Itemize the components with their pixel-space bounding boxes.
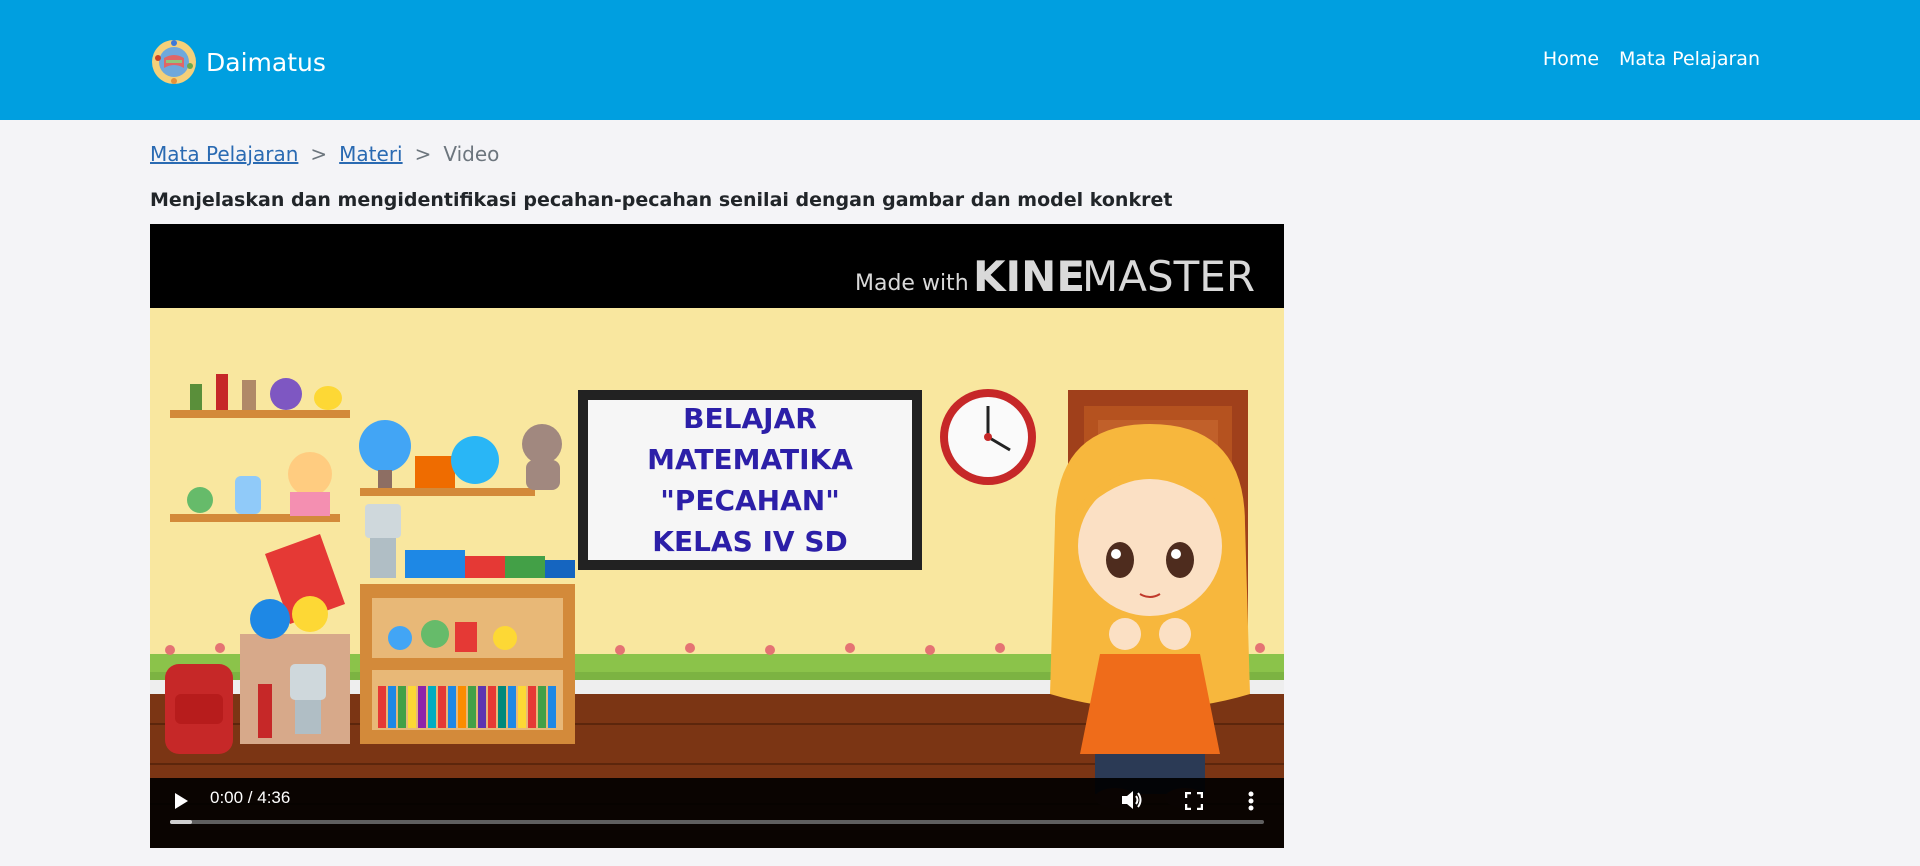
- nav-home-link[interactable]: Home: [1543, 48, 1599, 70]
- video-progress-fill: [170, 820, 192, 824]
- globe-books-logo-icon: [152, 40, 196, 84]
- nav-mata-pelajaran-link[interactable]: Mata Pelajaran: [1619, 48, 1760, 70]
- main-nav: Home Mata Pelajaran: [1543, 48, 1760, 70]
- play-icon[interactable]: [172, 791, 190, 811]
- page-title: Menjelaskan dan mengidentifikasi pecahan…: [150, 189, 1173, 211]
- breadcrumb: Mata Pelajaran > Materi > Video: [150, 142, 499, 166]
- watermark-prefix: Made with: [855, 271, 969, 296]
- video-time: 0:00 / 4:36: [210, 788, 291, 807]
- breadcrumb-mata-pelajaran[interactable]: Mata Pelajaran: [150, 142, 298, 166]
- video-controls: 0:00 / 4:36: [150, 778, 1284, 848]
- board-line-2: MATEMATIKA: [647, 443, 853, 476]
- brand-name: Daimatus: [206, 47, 326, 77]
- fullscreen-icon[interactable]: [1185, 792, 1203, 810]
- watermark-brand-bold: KINE: [973, 252, 1085, 301]
- video-progress-bar[interactable]: [170, 820, 1264, 824]
- video-player[interactable]: Made with KINE MASTER BELAJAR MATEMATIKA…: [150, 224, 1284, 848]
- more-vert-icon[interactable]: [1247, 790, 1255, 812]
- board-line-1: BELAJAR: [683, 402, 817, 435]
- watermark-brand-light: MASTER: [1082, 252, 1255, 301]
- breadcrumb-separator: >: [310, 142, 328, 166]
- breadcrumb-current: Video: [443, 142, 500, 166]
- breadcrumb-materi[interactable]: Materi: [339, 142, 402, 166]
- board-line-3: "PECAHAN": [660, 484, 840, 517]
- brand-link[interactable]: Daimatus: [150, 38, 326, 86]
- video-frame: Made with KINE MASTER BELAJAR MATEMATIKA…: [150, 224, 1284, 848]
- breadcrumb-separator: >: [414, 142, 432, 166]
- board-line-4: KELAS IV SD: [652, 525, 848, 558]
- navbar: Daimatus Home Mata Pelajaran: [0, 0, 1920, 120]
- volume-icon[interactable]: [1120, 789, 1144, 811]
